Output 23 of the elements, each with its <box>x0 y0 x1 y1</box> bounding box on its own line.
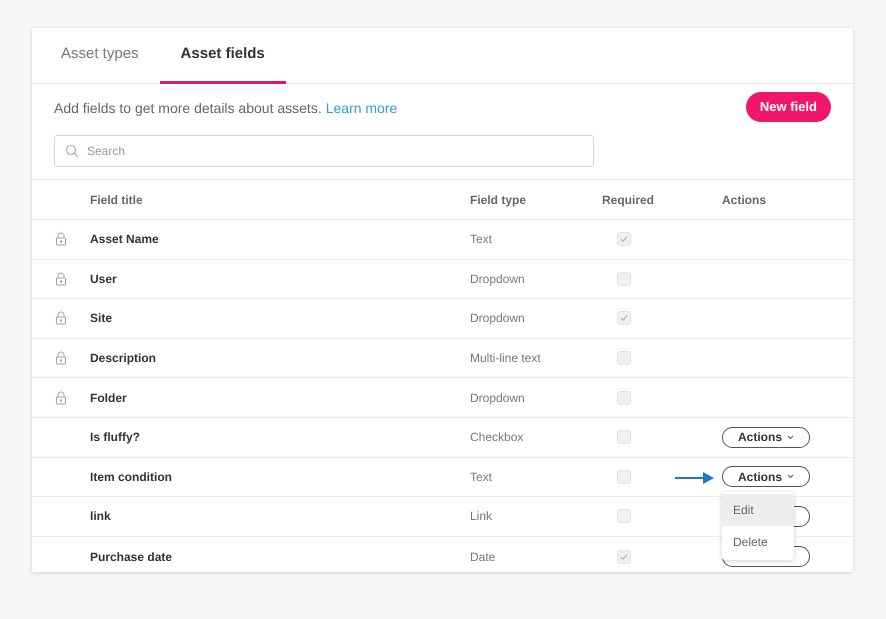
field-type: Checkbox <box>470 430 524 444</box>
field-type: Dropdown <box>470 311 525 326</box>
field-title: Purchase date <box>90 550 172 564</box>
field-type: Dropdown <box>470 272 525 286</box>
column-header: Field title <box>90 192 143 206</box>
field-type: Date <box>470 550 496 564</box>
column-header: Field type <box>470 192 526 206</box>
field-title: Description <box>90 351 156 366</box>
field-title: User <box>90 272 117 286</box>
field-title: Folder <box>90 390 127 405</box>
field-type: Multi-line text <box>470 351 541 366</box>
field-title: Is fluffy? <box>90 430 140 444</box>
field-title: Asset Name <box>90 232 159 246</box>
column-header: Actions <box>722 192 766 206</box>
intro-text: Add fields to get more details about assets. <box>54 99 322 118</box>
field-type: Text <box>470 232 492 246</box>
field-type: Link <box>470 509 492 524</box>
column-header: Required <box>602 192 654 206</box>
field-title: Item condition <box>90 470 172 484</box>
field-title: link <box>90 509 111 524</box>
field-title: Site <box>90 311 112 326</box>
field-type: Text <box>470 470 492 484</box>
field-type: Dropdown <box>470 390 525 405</box>
